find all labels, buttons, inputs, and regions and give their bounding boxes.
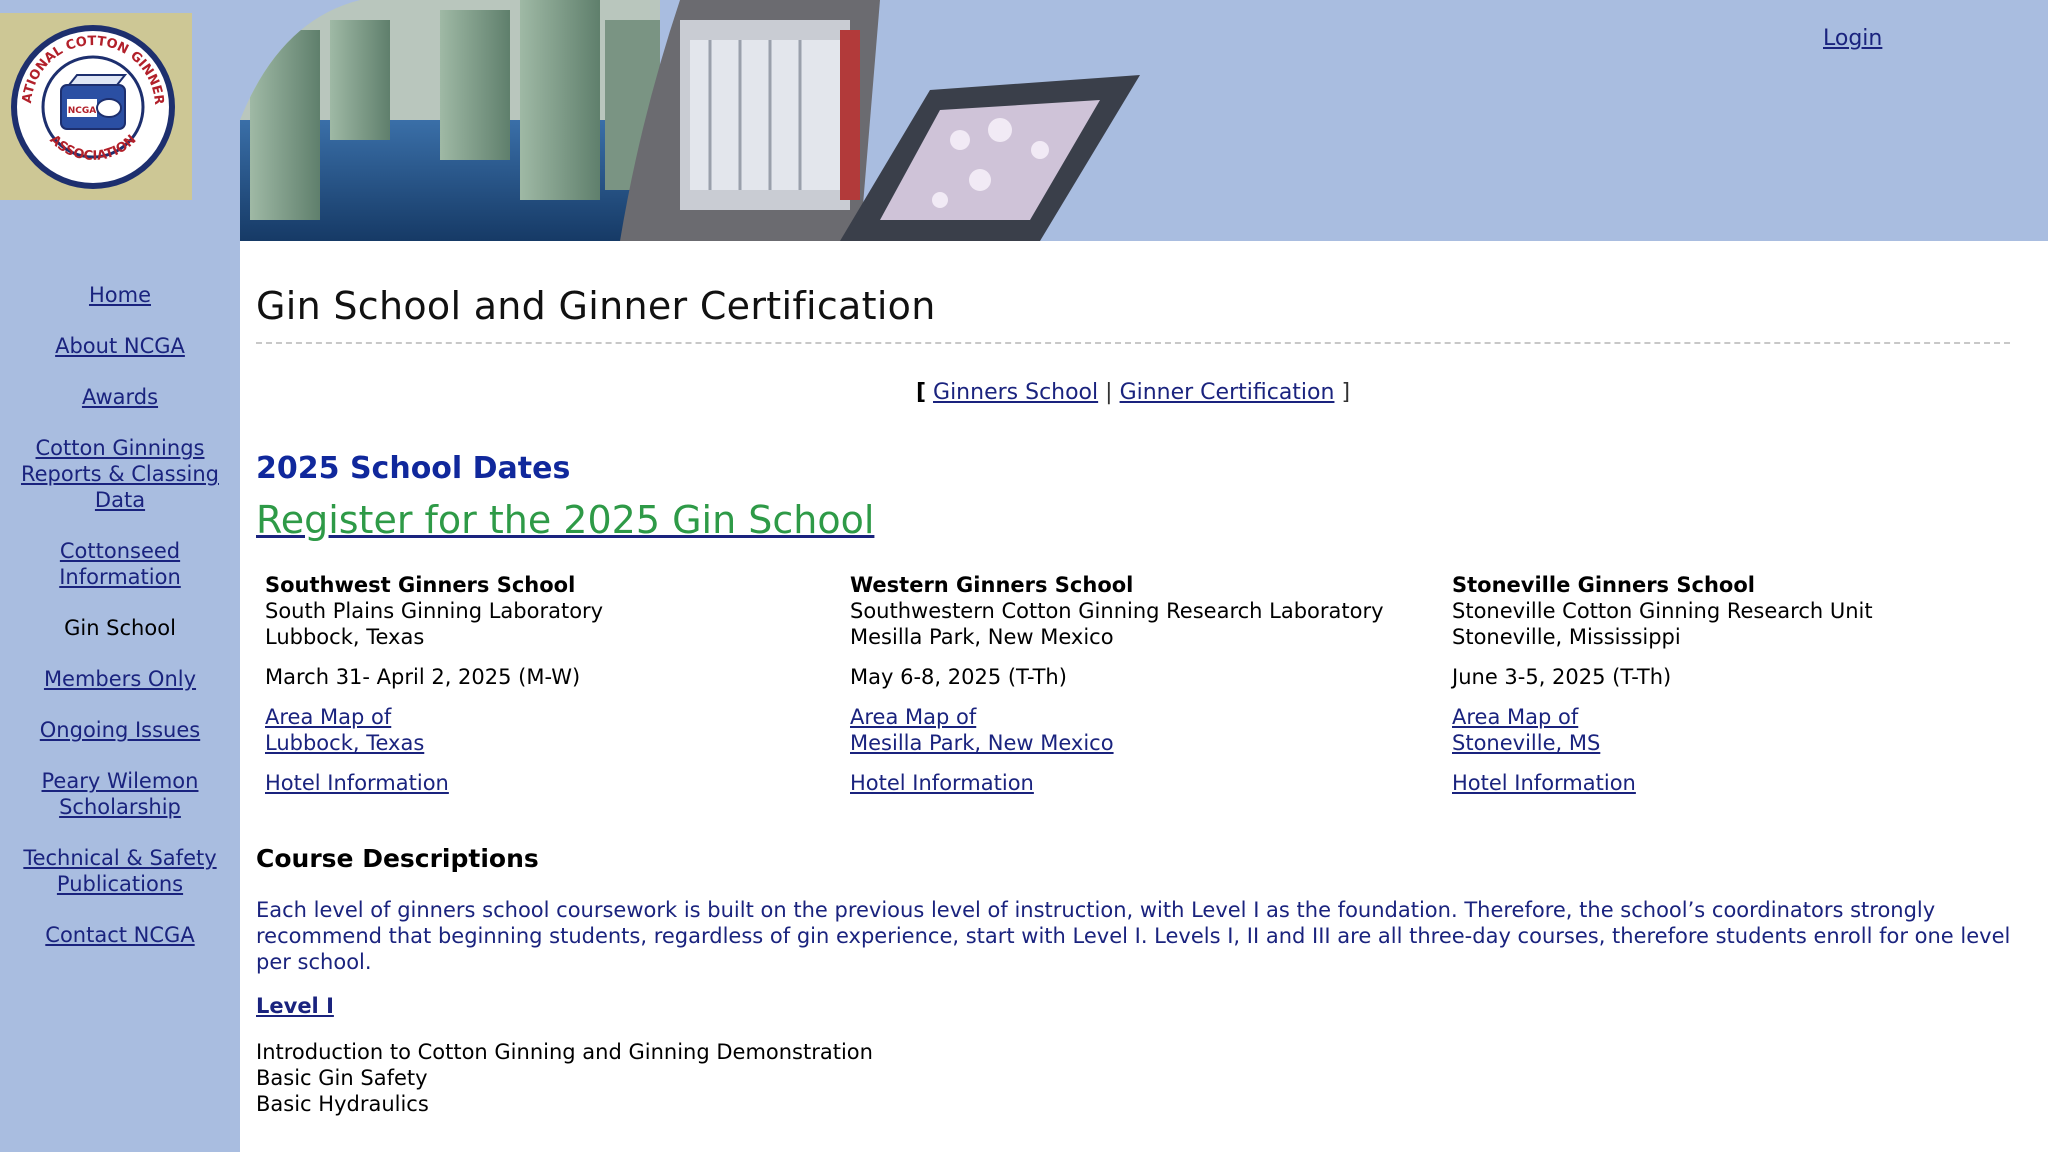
school-lab: Stoneville Cotton Ginning Research Unit [1452, 599, 1873, 623]
sidebar-item-cotton-ginnings-reports[interactable]: Cotton Ginnings Reports & Classing Data [15, 435, 225, 513]
hotel-information-link[interactable]: Hotel Information [1452, 770, 1873, 796]
register-link[interactable]: Register for the 2025 Gin School [256, 498, 874, 542]
schools-grid: Southwest Ginners School South Plains Gi… [256, 572, 2010, 802]
sidebar-item-home[interactable]: Home [15, 282, 225, 308]
school-lab: South Plains Ginning Laboratory [265, 599, 604, 623]
ncga-logo[interactable]: NATIONAL COTTON GINNERS ASSOCIATION NCGA [0, 13, 192, 200]
sidebar-item-gin-school: Gin School [64, 616, 176, 640]
school-name: Stoneville Ginners School [1452, 573, 1755, 597]
school-stoneville: Stoneville Ginners School Stoneville Cot… [1452, 572, 1873, 796]
level-1-course-list: Introduction to Cotton Ginning and Ginni… [256, 1039, 2010, 1117]
svg-text:NCGA: NCGA [68, 106, 97, 116]
header-banner: Login [240, 0, 2048, 241]
sidebar-item-cottonseed-information[interactable]: Cottonseed Information [15, 538, 225, 590]
sidebar-item-members-only[interactable]: Members Only [15, 666, 225, 692]
area-map-line1: Area Map of [265, 705, 392, 729]
school-location: Mesilla Park, New Mexico [850, 625, 1114, 649]
sidebar-item-about-ncga[interactable]: About NCGA [15, 333, 225, 359]
school-location: Stoneville, Mississippi [1452, 625, 1681, 649]
hotel-information-link[interactable]: Hotel Information [850, 770, 1384, 796]
course-descriptions-heading: Course Descriptions [256, 844, 539, 873]
ncga-seal-icon: NATIONAL COTTON GINNERS ASSOCIATION NCGA [9, 23, 175, 189]
area-map-line2: Mesilla Park, New Mexico [850, 731, 1114, 755]
section-subnav: [ Ginners School | Ginner Certification … [256, 380, 2010, 405]
school-western: Western Ginners School Southwestern Cott… [850, 572, 1384, 796]
school-dates: June 3-5, 2025 (T-Th) [1452, 665, 1672, 689]
school-location: Lubbock, Texas [265, 625, 425, 649]
page-title: Gin School and Ginner Certification [256, 284, 2010, 344]
area-map-line1: Area Map of [850, 705, 977, 729]
school-southwest: Southwest Ginners School South Plains Gi… [265, 572, 603, 796]
sidebar-item-contact-ncga[interactable]: Contact NCGA [15, 922, 225, 948]
sidebar-item-peary-wilemon-scholarship[interactable]: Peary Wilemon Scholarship [15, 768, 225, 820]
sidebar: NATIONAL COTTON GINNERS ASSOCIATION NCGA… [0, 0, 240, 1152]
area-map-link[interactable]: Area Map of Stoneville, MS [1452, 704, 1873, 756]
ginners-school-link[interactable]: Ginners School [933, 380, 1098, 405]
course-description-text: Each level of ginners school coursework … [256, 898, 2011, 974]
school-dates: May 6-8, 2025 (T-Th) [850, 665, 1067, 689]
sidebar-item-awards[interactable]: Awards [15, 384, 225, 410]
list-item: Introduction to Cotton Ginning and Ginni… [256, 1040, 873, 1064]
list-item: Basic Gin Safety [256, 1066, 428, 1090]
login-link[interactable]: Login [1823, 26, 1882, 51]
gin-machinery-banner-image [240, 0, 1140, 241]
list-item: Basic Hydraulics [256, 1092, 429, 1116]
school-dates-heading: 2025 School Dates [256, 451, 571, 486]
school-dates: March 31- April 2, 2025 (M-W) [265, 665, 581, 689]
sidebar-nav: Home About NCGA Awards Cotton Ginnings R… [0, 282, 240, 973]
hotel-information-link[interactable]: Hotel Information [265, 770, 603, 796]
sidebar-item-technical-safety-publications[interactable]: Technical & Safety Publications [15, 845, 225, 897]
school-name: Southwest Ginners School [265, 573, 576, 597]
ginner-certification-link[interactable]: Ginner Certification [1120, 380, 1335, 405]
area-map-line2: Lubbock, Texas [265, 731, 425, 755]
main-content: Gin School and Ginner Certification [ Gi… [256, 241, 2010, 1117]
subnav-open-bracket: [ [915, 380, 927, 405]
area-map-line2: Stoneville, MS [1452, 731, 1601, 755]
school-lab: Southwestern Cotton Ginning Research Lab… [850, 599, 1384, 623]
sidebar-item-ongoing-issues[interactable]: Ongoing Issues [15, 717, 225, 743]
level-1-link[interactable]: Level I [256, 994, 334, 1018]
area-map-link[interactable]: Area Map of Lubbock, Texas [265, 704, 603, 756]
school-name: Western Ginners School [850, 573, 1134, 597]
subnav-separator: | [1105, 380, 1113, 405]
area-map-line1: Area Map of [1452, 705, 1579, 729]
subnav-close-bracket: ] [1341, 380, 1351, 405]
area-map-link[interactable]: Area Map of Mesilla Park, New Mexico [850, 704, 1384, 756]
